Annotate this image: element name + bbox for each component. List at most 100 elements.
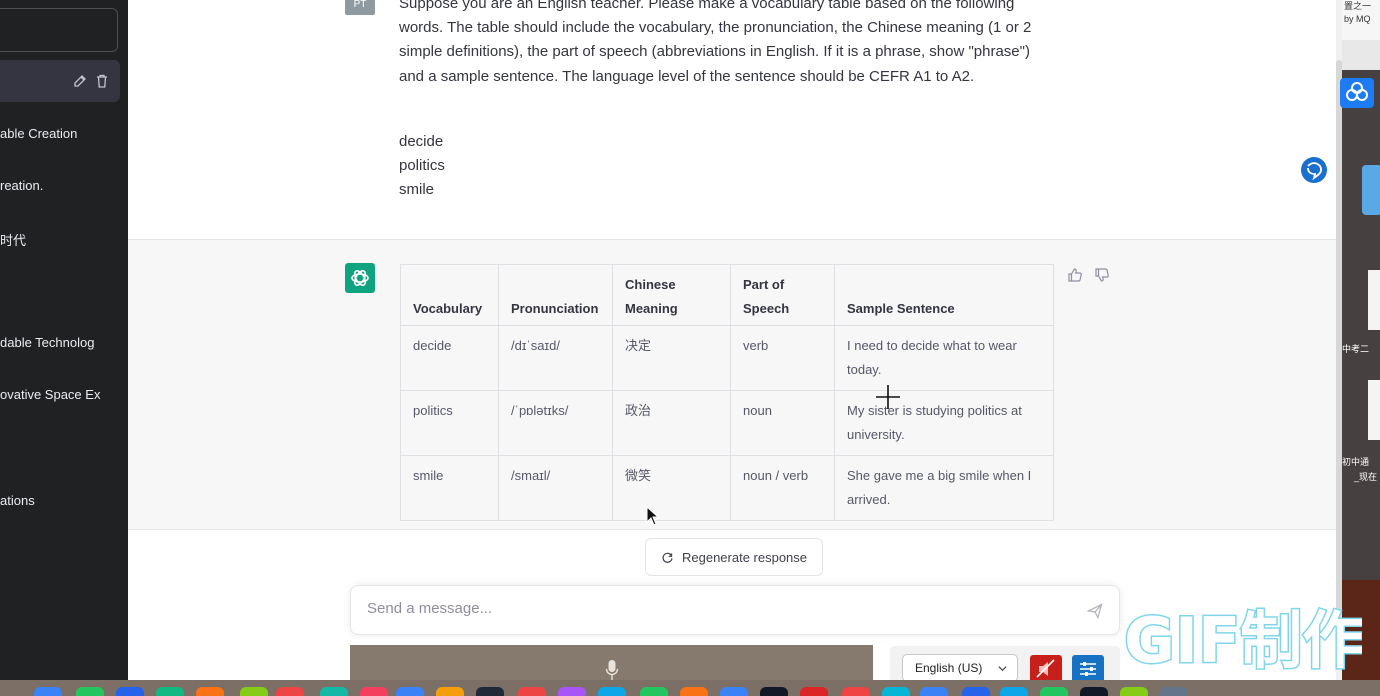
dock-app-icon[interactable] [882, 687, 910, 696]
desktop-note: 置之一 by MQ [1342, 0, 1380, 40]
watermark-text: GIF制作 [1124, 604, 1362, 677]
dock-app-icon[interactable] [598, 687, 626, 696]
desktop-file-thumbnail[interactable] [1368, 380, 1380, 440]
dock-app-icon[interactable] [196, 687, 224, 696]
dock-app-icon[interactable] [1080, 687, 1108, 696]
chatgpt-logo-icon [345, 263, 375, 293]
user-prompt-text: Suppose you are an English teacher. Plea… [399, 0, 1032, 85]
sidebar-item-active[interactable] [0, 60, 120, 102]
desktop-file-label: 中考二 [1342, 344, 1370, 354]
desktop-note-line: by MQ [1344, 14, 1371, 24]
dock-app-icon[interactable] [156, 687, 184, 696]
thumbs-up-icon[interactable] [1067, 267, 1083, 283]
dock-app-icon[interactable] [476, 687, 504, 696]
dock-app-icon[interactable] [640, 687, 668, 696]
sidebar-item-4[interactable]: dable Technolog [0, 335, 94, 350]
new-chat-button[interactable] [0, 8, 118, 52]
sliders-icon [1080, 662, 1096, 676]
table-cell: noun / verb [730, 455, 835, 521]
table-header: Pronunciation [498, 264, 613, 326]
message-composer [350, 585, 1120, 635]
dock-app-icon[interactable] [1040, 687, 1068, 696]
microphone-icon[interactable] [605, 659, 619, 681]
table-cell: decide [400, 325, 499, 391]
assistant-message: Vocabulary Pronunciation Chinese Meaning… [128, 240, 1336, 530]
dock-app-icon[interactable] [1120, 687, 1148, 696]
table-row: decide /dɪˈsaɪd/ 决定 verb I need to decid… [400, 325, 1054, 391]
sidebar-item-5[interactable]: ovative Space Ex [0, 387, 100, 402]
desktop-file-thumbnail[interactable] [1368, 270, 1380, 330]
table-cell: verb [730, 325, 835, 391]
chat-main: PT Suppose you are an English teacher. P… [128, 0, 1336, 680]
mute-voice-button[interactable] [1030, 655, 1062, 683]
message-input[interactable] [367, 600, 1067, 617]
word-item: smile [399, 181, 435, 198]
mouse-pointer-icon [646, 506, 660, 526]
word-item: decide [399, 133, 444, 150]
dock-app-icon[interactable] [720, 687, 748, 696]
language-select-value: English (US) [915, 661, 983, 675]
dock-app-icon[interactable] [1000, 687, 1028, 696]
language-select[interactable]: English (US) [902, 654, 1018, 682]
voice-input-bar[interactable] [350, 645, 873, 685]
send-icon[interactable] [1087, 603, 1103, 619]
dock-app-icon[interactable] [962, 687, 990, 696]
dock-app-icon[interactable] [116, 687, 144, 696]
table-cell: 政治 [612, 390, 731, 456]
vocabulary-table: Vocabulary Pronunciation Chinese Meaning… [400, 264, 1054, 521]
table-cell: smile [400, 455, 499, 521]
edit-icon[interactable] [72, 73, 88, 89]
table-cell: 微笑 [612, 455, 731, 521]
table-cell: I need to decide what to wear today. [834, 325, 1054, 391]
dock-app-icon[interactable] [34, 687, 62, 696]
dock-app-icon[interactable] [920, 687, 948, 696]
dock-app-icon[interactable] [518, 687, 546, 696]
dock-app-icon[interactable] [240, 687, 268, 696]
crosshair-cursor-icon [876, 385, 900, 409]
table-cell: /smaɪl/ [498, 455, 613, 521]
dock-app-icon[interactable] [760, 687, 788, 696]
dock-app-icon[interactable] [800, 687, 828, 696]
dock-app-icon[interactable] [396, 687, 424, 696]
refresh-icon [662, 552, 673, 563]
dock-app-icon[interactable] [558, 687, 586, 696]
table-row: politics /ˈpɒlətɪks/ 政治 noun My sister i… [400, 390, 1054, 456]
dock-app-icon[interactable] [1160, 687, 1188, 696]
thumbs-down-icon[interactable] [1094, 267, 1110, 283]
dock-app-icon[interactable] [276, 687, 304, 696]
dock-app-icon[interactable] [320, 687, 348, 696]
word-item: politics [399, 157, 445, 174]
regenerate-label: Regenerate response [681, 549, 808, 565]
sidebar: able Creation reation. 时代 dable Technolo… [0, 0, 128, 680]
sidebar-item-1[interactable]: able Creation [0, 126, 77, 141]
dock-app-icon[interactable] [842, 687, 870, 696]
trash-icon[interactable] [94, 73, 110, 89]
cloud-app-icon[interactable] [1340, 78, 1374, 108]
voice-settings-button[interactable] [1072, 655, 1104, 683]
table-cell: noun [730, 390, 835, 456]
table-cell: /ˈpɒlətɪks/ [498, 390, 613, 456]
sidebar-item-2[interactable]: reation. [0, 178, 43, 193]
table-cell: 决定 [612, 325, 731, 391]
table-header: Part of Speech [730, 264, 835, 326]
table-header: Chinese Meaning [612, 264, 731, 326]
translate-extension-icon[interactable] [1301, 157, 1327, 183]
sidebar-item-3[interactable]: 时代 [0, 230, 26, 249]
speaker-muted-icon [1036, 659, 1055, 678]
dock-app-icon[interactable] [360, 687, 388, 696]
dock-app-icon[interactable] [76, 687, 104, 696]
dock-app-icon[interactable] [680, 687, 708, 696]
folder-icon[interactable] [1362, 165, 1380, 215]
sidebar-item-6[interactable]: ations [0, 493, 35, 508]
table-header: Sample Sentence [834, 264, 1054, 326]
desktop-file-label: 初中通 [1342, 457, 1370, 467]
chevron-down-icon [998, 666, 1007, 672]
user-word-list: decide politics smile [399, 130, 445, 202]
user-message: PT Suppose you are an English teacher. P… [128, 0, 1336, 240]
regenerate-response-button[interactable]: Regenerate response [645, 538, 823, 576]
desktop-file-label: _现在 [1354, 472, 1378, 482]
table-cell: /dɪˈsaɪd/ [498, 325, 613, 391]
table-cell: My sister is studying politics at univer… [834, 390, 1054, 456]
desktop-note-line: 置之一 [1344, 1, 1372, 11]
dock-app-icon[interactable] [436, 687, 464, 696]
